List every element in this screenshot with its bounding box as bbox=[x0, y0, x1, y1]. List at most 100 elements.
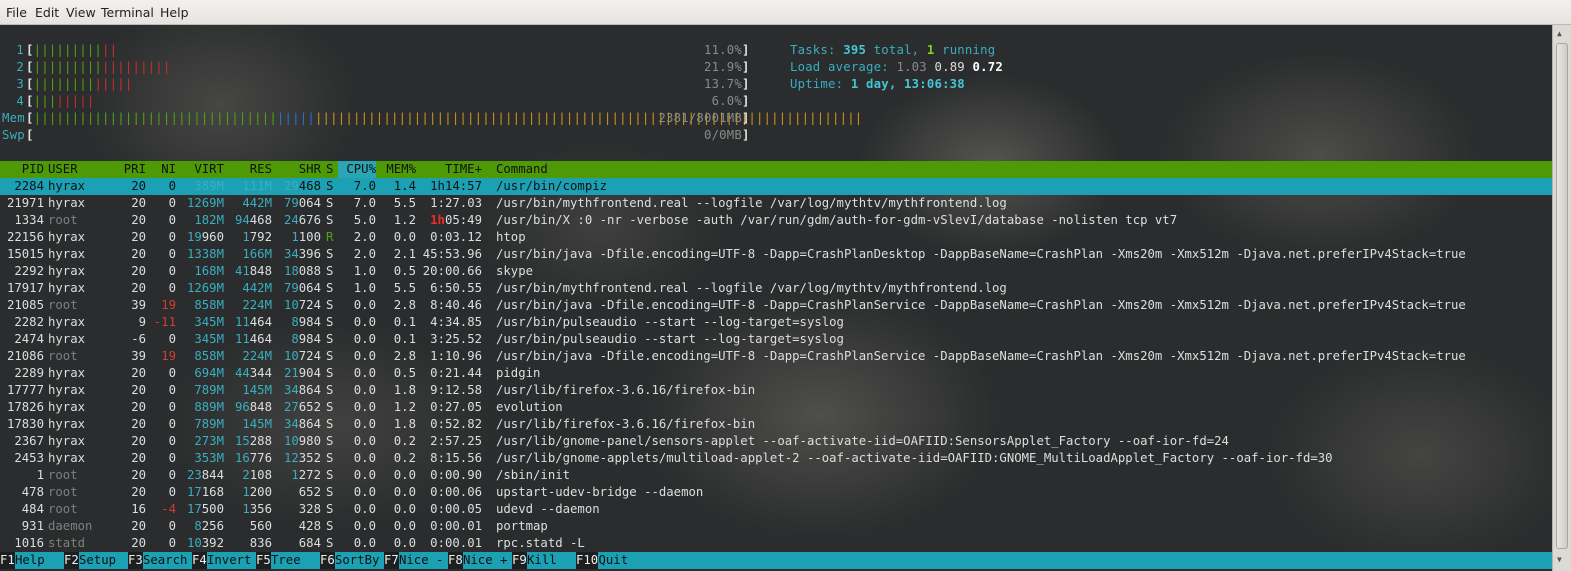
column-header-mem[interactable]: MEM% bbox=[378, 161, 416, 178]
table-row[interactable]: 2292 hyrax 20 0 168M 41848 18088 S 1.0 0.5 20:00.6… bbox=[0, 263, 1552, 280]
fkey-label-search[interactable]: Search bbox=[143, 552, 187, 569]
cell-shr: 684 bbox=[298, 536, 321, 550]
menu-terminal[interactable]: Terminal bbox=[101, 5, 154, 20]
meter-bar: ||||| bbox=[94, 77, 133, 91]
value-units: 960 bbox=[201, 230, 224, 244]
column-header-virt[interactable]: VIRT bbox=[178, 161, 224, 178]
scroll-down-icon[interactable]: ▼ bbox=[1557, 555, 1562, 565]
table-row[interactable]: 478 root 20 0 17168 1200 652 S 0.0 0.0 0:00.06 upst… bbox=[0, 484, 1552, 501]
column-header-ni[interactable]: NI bbox=[146, 161, 176, 178]
meter-value-text: 11.0% bbox=[703, 43, 742, 57]
cell-virt: 345M bbox=[178, 331, 224, 348]
table-row[interactable]: 931 daemon 20 0 8256 560 428 S 0.0 0.0 0:00.01 port… bbox=[0, 518, 1552, 535]
cell-mem: 2.8 bbox=[393, 349, 416, 363]
fkey-label-sortby[interactable]: SortBy bbox=[335, 552, 379, 569]
table-row[interactable]: 2453 hyrax 20 0 353M 16776 12352 S 0.0 0.2 8:15.56… bbox=[0, 450, 1552, 467]
cell-command: /usr/bin/pulseaudio --start --log-target… bbox=[496, 332, 844, 346]
value: 442M bbox=[242, 281, 272, 295]
fkey-label-invert[interactable]: Invert bbox=[207, 552, 251, 569]
column-header-cpu[interactable]: CPU% bbox=[338, 161, 376, 178]
menu-help[interactable]: Help bbox=[160, 5, 189, 20]
cell-virt: 10392 bbox=[178, 535, 224, 552]
cell-ni: 0 bbox=[168, 519, 176, 533]
meter-bar: ||||| bbox=[276, 111, 315, 125]
table-row[interactable]: 17826 hyrax 20 0 889M 96848 27652 S 0.0 1.2 0:27.0… bbox=[0, 399, 1552, 416]
table-row[interactable]: 17917 hyrax 20 0 1269M 442M 79064 S 1.0 5.5 6:50.5… bbox=[0, 280, 1552, 297]
meter-value: 2381/8001MB bbox=[640, 110, 742, 127]
cell-res: 1356 bbox=[226, 501, 272, 518]
fkey-label-nice[interactable]: Nice - bbox=[399, 552, 443, 569]
column-header-pid[interactable]: PID bbox=[0, 161, 44, 178]
value-units: 396 bbox=[298, 247, 321, 261]
fkey-f2[interactable]: F2 bbox=[64, 552, 79, 569]
column-header-command[interactable]: Command bbox=[496, 161, 1552, 178]
column-header-res[interactable]: RES bbox=[226, 161, 272, 178]
cell-res: 560 bbox=[249, 519, 272, 533]
table-row[interactable]: 484 root 16 -4 17500 1356 328 S 0.0 0.0 0:00.05 ude… bbox=[0, 501, 1552, 518]
cell-pri: 20 bbox=[131, 468, 146, 482]
table-row[interactable]: 1 root 20 0 23844 2108 1272 S 0.0 0.0 0:00.90/sbin… bbox=[0, 467, 1552, 484]
table-row[interactable]: 22156 hyrax 20 0 19960 1792 1100 R 2.0 0.0 0:03.12… bbox=[0, 229, 1552, 246]
scroll-thumb[interactable] bbox=[1556, 43, 1568, 549]
scrollbar[interactable]: ▲ ▼ bbox=[1552, 25, 1571, 571]
value-units: 844 bbox=[201, 468, 224, 482]
cell-time: 0:03.12 bbox=[430, 230, 482, 244]
fkey-f1[interactable]: F1 bbox=[0, 552, 15, 569]
value-thousands: 41 bbox=[234, 264, 250, 278]
table-row[interactable]: 17830 hyrax 20 0 789M 145M 34864 S 0.0 1.8 0:52.82… bbox=[0, 416, 1552, 433]
fkey-f5[interactable]: F5 bbox=[256, 552, 271, 569]
cell-cpu: 0.0 bbox=[353, 298, 376, 312]
column-header-user[interactable]: USER bbox=[48, 161, 108, 178]
table-row[interactable]: 21086 root 39 19 858M 224M 10724 S 0.0 2.8 1:10.96… bbox=[0, 348, 1552, 365]
table-row[interactable]: 2289 hyrax 20 0 694M 44344 21904 S 0.0 0.5 0:21.44… bbox=[0, 365, 1552, 382]
value-units: 724 bbox=[298, 349, 321, 363]
cell-command: /usr/bin/java -Dfile.encoding=UTF-8 -Dap… bbox=[496, 247, 1466, 261]
fkey-f3[interactable]: F3 bbox=[128, 552, 143, 569]
cell-virt: 17168 bbox=[178, 484, 224, 501]
fkey-label-setup[interactable]: Setup bbox=[79, 552, 116, 569]
meter-bracket-close: ] bbox=[742, 60, 750, 74]
value-thousands: 1 bbox=[291, 230, 299, 244]
table-row[interactable]: 21085 root 39 19 858M 224M 10724 S 0.0 2.8 8:40.46… bbox=[0, 297, 1552, 314]
load-5: 0.89 bbox=[934, 60, 965, 74]
cell-mem: 0.0 bbox=[393, 485, 416, 499]
fkey-f9[interactable]: F9 bbox=[512, 552, 527, 569]
fkey-label-kill[interactable]: Kill bbox=[527, 552, 557, 569]
fkey-f8[interactable]: F8 bbox=[448, 552, 463, 569]
scroll-up-icon[interactable]: ▲ bbox=[1557, 29, 1562, 39]
cell-shr: 652 bbox=[298, 485, 321, 499]
value-thousands: 44 bbox=[234, 366, 250, 380]
cell-pid: 2284 bbox=[14, 179, 44, 193]
fkey-f10[interactable]: F10 bbox=[576, 552, 599, 569]
fkey-f6[interactable]: F6 bbox=[320, 552, 335, 569]
column-header-shr[interactable]: SHR bbox=[274, 161, 321, 178]
table-row[interactable]: 17777 hyrax 20 0 789M 145M 34864 S 0.0 1.8 9:12.58… bbox=[0, 382, 1552, 399]
table-row[interactable]: 1016 statd 20 0 10392 836 684 S 0.0 0.0 0:00.01 rpc… bbox=[0, 535, 1552, 552]
fkey-f4[interactable]: F4 bbox=[192, 552, 207, 569]
table-row[interactable]: 2282 hyrax 9 -11 345M 11464 8984 S 0.0 0.1 4:34.85… bbox=[0, 314, 1552, 331]
fkey-label-help[interactable]: Help bbox=[15, 552, 45, 569]
column-header-time[interactable]: TIME+ bbox=[418, 161, 482, 178]
fkey-label-quit[interactable]: Quit bbox=[599, 552, 629, 569]
column-header-pri[interactable]: PRI bbox=[106, 161, 146, 178]
table-row[interactable]: 2474 hyrax -6 0 345M 11464 8984 S 0.0 0.1 3:25.52/… bbox=[0, 331, 1552, 348]
table-row[interactable]: 21971 hyrax 20 0 1269M 442M 79064 S 7.0 5.5 1:27.0… bbox=[0, 195, 1552, 212]
table-row[interactable]: 1334 root 20 0 182M 94468 24676 S 5.0 1.2 1h05:49/… bbox=[0, 212, 1552, 229]
meter-label: Swp bbox=[2, 128, 25, 142]
table-row[interactable]: 2284 hyrax 20 0 389M 111M 29468 S 7.0 1.4 1h14:57/… bbox=[0, 178, 1552, 195]
fkey-f7[interactable]: F7 bbox=[384, 552, 399, 569]
value-units: 984 bbox=[298, 315, 321, 329]
cell-pri: 20 bbox=[131, 485, 146, 499]
cell-pri: 20 bbox=[131, 264, 146, 278]
table-row[interactable]: 15015 hyrax 20 0 1338M 166M 34396 S 2.0 2.1 45:53.… bbox=[0, 246, 1552, 263]
cell-cpu: 0.0 bbox=[353, 468, 376, 482]
table-row[interactable]: 2367 hyrax 20 0 273M 15288 10980 S 0.0 0.2 2:57.25… bbox=[0, 433, 1552, 450]
fkey-label-nice[interactable]: Nice + bbox=[463, 552, 507, 569]
cell-user: hyrax bbox=[48, 196, 86, 210]
menu-view[interactable]: View bbox=[66, 5, 96, 20]
menu-file[interactable]: File bbox=[6, 5, 27, 20]
fkey-label-tree[interactable]: Tree bbox=[271, 552, 301, 569]
menu-edit[interactable]: Edit bbox=[35, 5, 59, 20]
cell-mem: 1.2 bbox=[393, 213, 416, 227]
terminal-area[interactable]: 1 [||||||||||| 11.0%] 2 [|||||||||||||||||| 2… bbox=[0, 25, 1552, 571]
